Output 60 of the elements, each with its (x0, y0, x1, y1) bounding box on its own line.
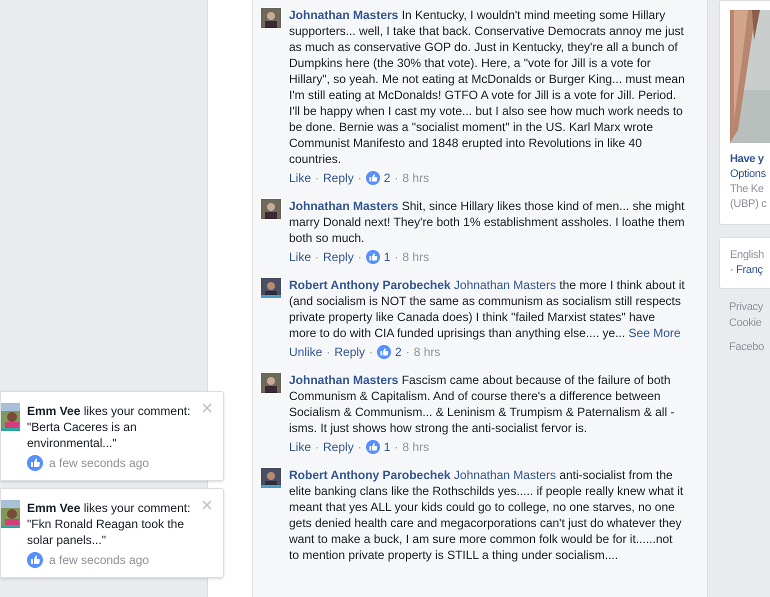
comment-text: Johnathan Masters Shit, since Hillary likes those kind of men... she might marry Donald next! They're both 1% establishment assholes. I loathe them both so much. (289, 198, 685, 246)
like-count[interactable]: 1 (384, 249, 390, 265)
like-link[interactable]: Like (289, 249, 312, 265)
mention-link[interactable]: Johnathan Masters (454, 468, 556, 482)
author-link[interactable]: Johnathan Masters (289, 199, 398, 213)
like-count[interactable]: 1 (384, 439, 390, 455)
author-link[interactable]: Johnathan Masters (289, 373, 398, 387)
like-count[interactable]: 2 (395, 344, 402, 360)
separator-dot: · (315, 249, 320, 265)
like-count[interactable]: 2 (384, 170, 390, 186)
separator-dot: · (315, 439, 320, 455)
reply-link[interactable]: Reply (323, 439, 354, 455)
language-current: English (730, 248, 765, 263)
ad-text: (UBP) c (730, 197, 768, 212)
notification-text: Emm Vee likes your comment: "Fkn Ronald Reagan took the solar panels..." (27, 500, 192, 548)
separator-dot: · (394, 439, 398, 455)
separator-dot: · (394, 170, 398, 186)
mention-link[interactable]: Johnathan Masters (454, 278, 556, 292)
thumbs-up-icon (366, 171, 380, 185)
comment-text: Johnathan Masters Fascism came about because of the failure of both Communism & Capitalism. And of course there's a difference between Socialism & Communism... & Leninism & Trumpism & Paternalism & all -isms. It just shows how strong the anti-socialist fervor is. (289, 372, 676, 436)
separator-dot: · (326, 344, 330, 360)
ad-link[interactable]: Options (730, 167, 770, 182)
separator-dot: · (358, 170, 362, 186)
thumbs-up-icon (377, 345, 392, 359)
like-link[interactable]: Like (289, 439, 312, 455)
author-link[interactable]: Johnathan Masters (289, 8, 398, 22)
separator-dot: · (394, 249, 398, 265)
language-link[interactable]: · Franç (730, 263, 770, 278)
notification-text: Emm Vee likes your comment: "Berta Caceres is an environmental..." (27, 403, 192, 451)
avatar[interactable] (261, 8, 281, 28)
author-link[interactable]: Robert Anthony Parobechek (289, 468, 451, 482)
comment-text: Johnathan Masters In Kentucky, I wouldn't mind meeting some Hillary supporters... well, I take that back. Conservative Democrats annoy me just as much as conservative GOP do. Just in Kentucky, they're all a bunch of Dumpkins here (the 30% that vote). Here, a "vote for Jill is a vote for Hillary", so yeah. Me not eating at McDonalds or Burger King... must mean I'm still eating at McDonalds! GTFO A vote for Jill is a vote for Jill. Period. I'll be happy when I cast my vote... but I also see how much work needs to be done. Bernie was a "socialist moment" in the US. Karl Marx wrote Communist Manifesto and 1848 erupted into Revolutions in like 40 countries. (289, 7, 685, 167)
separator-dot: · (369, 344, 374, 360)
thumbs-up-icon (27, 552, 43, 568)
separator-dot: · (406, 344, 410, 360)
ad-title[interactable]: Have y (730, 152, 770, 167)
notification-card[interactable]: Emm Vee likes your comment: "Berta Caceres is an environmental..." a few seconds ago (0, 391, 224, 481)
notification-card[interactable]: Emm Vee likes your comment: "Fkn Ronald Reagan took the solar panels..." a few seconds ago (0, 488, 224, 578)
notification-time: a few seconds ago (49, 552, 150, 568)
like-link[interactable]: Unlike (289, 344, 322, 360)
separator-dot: · (358, 439, 362, 455)
author-link[interactable]: Robert Anthony Parobechek (289, 278, 451, 292)
ad-text: The Ke (730, 182, 765, 197)
reply-link[interactable]: Reply (323, 170, 354, 186)
thumbs-up-icon (366, 440, 380, 454)
thumbs-up-icon (366, 250, 380, 264)
avatar[interactable] (261, 199, 281, 219)
comment-text: Robert Anthony Parobechek Johnathan Masters anti-socialist from the elite banking clans like the Rothschilds yes..... if people really knew what it meant that yes ALL your kids could go to college, no one starves, no one gets denied health care and megacorporations can't just do whatever they want to make a buck, I am sure more common folk would be for it......not to mention private property is STILL a thing under socialism.... (289, 467, 684, 563)
separator-dot: · (315, 170, 320, 186)
avatar[interactable] (261, 373, 281, 393)
notification-time: a few seconds ago (49, 455, 150, 471)
thumbs-up-icon (27, 455, 43, 471)
reply-link[interactable]: Reply (334, 344, 366, 360)
reply-link[interactable]: Reply (323, 249, 354, 265)
separator-dot: · (358, 249, 362, 265)
like-link[interactable]: Like (289, 170, 312, 186)
avatar[interactable] (261, 468, 281, 488)
see-more-link[interactable]: See More (628, 326, 681, 340)
comment-text: Robert Anthony Parobechek Johnathan Masters the more I think about it (and socialism is NOT the same as communism as socialism still respects private property like Canada does) I think "failed Marxist states" have more to do with CIA funded uprisings than anything else.... ye... See More (289, 277, 685, 341)
avatar[interactable] (261, 278, 281, 298)
